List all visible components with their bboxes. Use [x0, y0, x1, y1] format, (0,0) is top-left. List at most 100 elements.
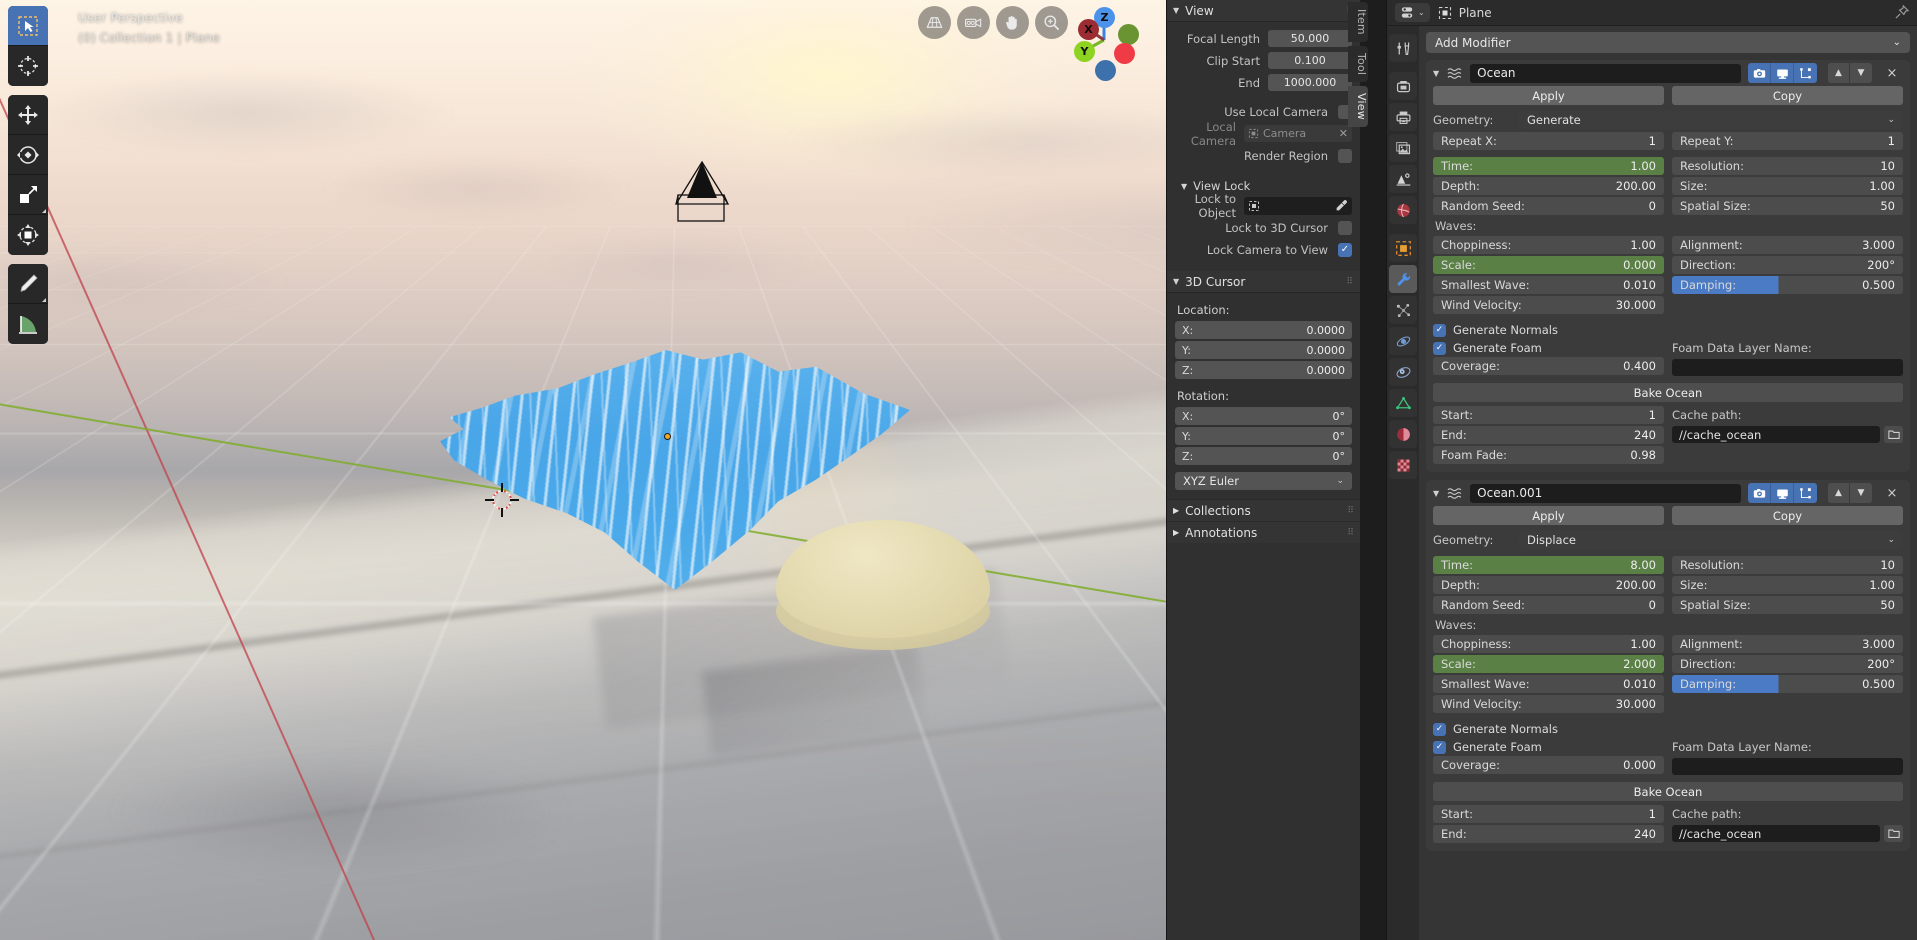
- time-field[interactable]: Time: 1.00: [1433, 157, 1664, 175]
- modifier-display-toggles[interactable]: [1748, 483, 1817, 503]
- smallest-wave-field[interactable]: Smallest Wave: 0.010: [1433, 675, 1664, 693]
- clip-end-input[interactable]: 1000.000: [1268, 74, 1352, 91]
- cursor-location-z[interactable]: Z: 0.0000: [1175, 361, 1352, 379]
- tab-physics[interactable]: [1389, 327, 1417, 355]
- local-camera-field[interactable]: Camera ✕: [1244, 125, 1352, 142]
- cursor-location-group[interactable]: X: 0.0000 Y: 0.0000 Z: 0.0000: [1175, 321, 1352, 381]
- depth-field[interactable]: Depth: 200.00: [1433, 177, 1664, 195]
- sidebar-tab-item[interactable]: Item: [1348, 2, 1368, 42]
- chevron-down-icon[interactable]: ▼: [1433, 69, 1439, 78]
- geometry-row[interactable]: Geometry: Displace ⌄: [1426, 531, 1910, 549]
- cursor-tool[interactable]: [8, 46, 48, 86]
- lock-to-3d-cursor-checkbox[interactable]: [1338, 220, 1352, 235]
- coverage-field[interactable]: Coverage: 0.000: [1433, 756, 1664, 774]
- clip-end-row[interactable]: End 1000.000: [1175, 73, 1352, 92]
- cursor-location-y[interactable]: Y: 0.0000: [1175, 341, 1352, 359]
- measure-tool[interactable]: [8, 304, 48, 344]
- choppiness-field[interactable]: Choppiness: 1.00: [1433, 635, 1664, 653]
- bake-start-field[interactable]: Start: 1: [1433, 406, 1664, 424]
- properties-editor[interactable]: ⌄ Plane Add Modifier ⌄ ▼ Ocean ▲ ▼ × App…: [1386, 0, 1917, 940]
- remove-modifier-button[interactable]: ×: [1881, 483, 1903, 503]
- time-field[interactable]: Time: 8.00: [1433, 556, 1664, 574]
- camera-object[interactable]: [665, 158, 740, 233]
- tab-object-data[interactable]: [1389, 389, 1417, 417]
- 3d-cursor[interactable]: [485, 483, 519, 517]
- cache-path-row[interactable]: //cache_ocean: [1672, 426, 1903, 443]
- tab-particles[interactable]: [1389, 296, 1417, 324]
- geometry-dropdown[interactable]: Generate ⌄: [1519, 111, 1903, 129]
- damping-slider[interactable]: Damping: 0.500: [1672, 276, 1903, 294]
- depth-field[interactable]: Depth: 200.00: [1433, 576, 1664, 594]
- properties-tab-strip[interactable]: [1387, 26, 1419, 940]
- viewport-gizmo-buttons[interactable]: [918, 6, 1068, 39]
- realtime-toggle[interactable]: [1771, 483, 1794, 503]
- add-modifier-dropdown[interactable]: Add Modifier ⌄: [1426, 32, 1910, 53]
- editor-type-selector[interactable]: ⌄: [1395, 3, 1430, 22]
- damping-slider[interactable]: Damping: 0.500: [1672, 675, 1903, 693]
- sidebar-tab-strip[interactable]: Item Tool View: [1348, 2, 1368, 131]
- lock-to-object-row[interactable]: Lock to Object: [1175, 192, 1352, 220]
- geometry-dropdown[interactable]: Displace ⌄: [1519, 531, 1903, 549]
- tab-object[interactable]: [1389, 234, 1417, 262]
- generate-normals-checkbox[interactable]: [1433, 722, 1446, 736]
- wind-velocity-field[interactable]: Wind Velocity: 30.000: [1433, 695, 1664, 713]
- generate-normals-row[interactable]: Generate Normals: [1426, 720, 1910, 738]
- pin-icon[interactable]: [1894, 5, 1909, 20]
- bake-start-field[interactable]: Start: 1: [1433, 805, 1664, 823]
- cache-path-input[interactable]: //cache_ocean: [1672, 426, 1880, 443]
- gizmo-axis-y-negative[interactable]: [1118, 24, 1139, 45]
- random-seed-field[interactable]: Random Seed: 0: [1433, 596, 1664, 614]
- tab-constraints[interactable]: [1389, 358, 1417, 386]
- viewport-toolbar[interactable]: [8, 6, 48, 353]
- tab-modifiers[interactable]: [1389, 265, 1417, 293]
- alignment-field[interactable]: Alignment: 3.000: [1672, 635, 1903, 653]
- lock-to-object-field[interactable]: [1244, 196, 1352, 215]
- cursor-location-x[interactable]: X: 0.0000: [1175, 321, 1352, 339]
- tab-view-layer[interactable]: [1389, 134, 1417, 162]
- foam-fade-field[interactable]: Foam Fade: 0.98: [1433, 446, 1664, 464]
- smallest-wave-field[interactable]: Smallest Wave: 0.010: [1433, 276, 1664, 294]
- coverage-field[interactable]: Coverage: 0.400: [1433, 357, 1664, 375]
- focal-length-row[interactable]: Focal Length 50.000: [1175, 29, 1352, 48]
- apply-button[interactable]: Apply: [1433, 506, 1664, 525]
- apply-button[interactable]: Apply: [1433, 86, 1664, 105]
- move-modifier-up-button[interactable]: ▲: [1828, 483, 1850, 503]
- local-camera-row[interactable]: Local Camera Camera ✕: [1175, 120, 1352, 148]
- realtime-toggle[interactable]: [1771, 63, 1794, 83]
- bake-end-field[interactable]: End: 240: [1433, 426, 1664, 444]
- modifier-apply-copy-row[interactable]: Apply Copy: [1426, 506, 1910, 531]
- wind-velocity-field[interactable]: Wind Velocity: 30.000: [1433, 296, 1664, 314]
- cursor-rotation-x[interactable]: X: 0°: [1175, 407, 1352, 425]
- move-tool[interactable]: [8, 95, 48, 135]
- generate-foam-check-wrap[interactable]: Generate Foam: [1433, 738, 1664, 756]
- move-modifier-up-button[interactable]: ▲: [1828, 63, 1850, 83]
- modifier-name-input[interactable]: Ocean: [1470, 63, 1741, 83]
- spatial-size-field[interactable]: Spatial Size: 50: [1672, 596, 1903, 614]
- tab-render[interactable]: [1389, 72, 1417, 100]
- repeat-x-field[interactable]: Repeat X: 1: [1433, 132, 1664, 150]
- folder-icon[interactable]: [1884, 426, 1903, 443]
- panel-header-collections[interactable]: ▶ Collections ⠿: [1167, 499, 1360, 521]
- copy-button[interactable]: Copy: [1672, 86, 1903, 105]
- cursor-rotation-y[interactable]: Y: 0°: [1175, 427, 1352, 445]
- focal-length-input[interactable]: 50.000: [1268, 30, 1352, 47]
- tab-world[interactable]: [1389, 196, 1417, 224]
- tab-texture[interactable]: [1389, 451, 1417, 479]
- eyedropper-icon[interactable]: [1335, 199, 1348, 212]
- tab-output[interactable]: [1389, 103, 1417, 131]
- gizmo-axis-y-positive[interactable]: Y: [1074, 41, 1095, 62]
- direction-field[interactable]: Direction: 200°: [1672, 655, 1903, 673]
- modifier-apply-copy-row[interactable]: Apply Copy: [1426, 86, 1910, 111]
- repeat-y-field[interactable]: Repeat Y: 1: [1672, 132, 1903, 150]
- scale-field[interactable]: Scale: 0.000: [1433, 256, 1664, 274]
- bake-ocean-button[interactable]: Bake Ocean: [1433, 383, 1903, 402]
- repeat-row[interactable]: Repeat X: 1 Repeat Y: 1: [1426, 132, 1910, 152]
- alignment-field[interactable]: Alignment: 3.000: [1672, 236, 1903, 254]
- panel-header-annotations[interactable]: ▶ Annotations ⠿: [1167, 521, 1360, 543]
- cache-path-row[interactable]: //cache_ocean: [1672, 825, 1903, 842]
- camera-icon[interactable]: [957, 6, 990, 39]
- cache-path-input[interactable]: //cache_ocean: [1672, 825, 1880, 842]
- generate-normals-row[interactable]: Generate Normals: [1426, 321, 1910, 339]
- render-region-checkbox[interactable]: [1338, 148, 1352, 163]
- geometry-row[interactable]: Geometry: Generate ⌄: [1426, 111, 1910, 129]
